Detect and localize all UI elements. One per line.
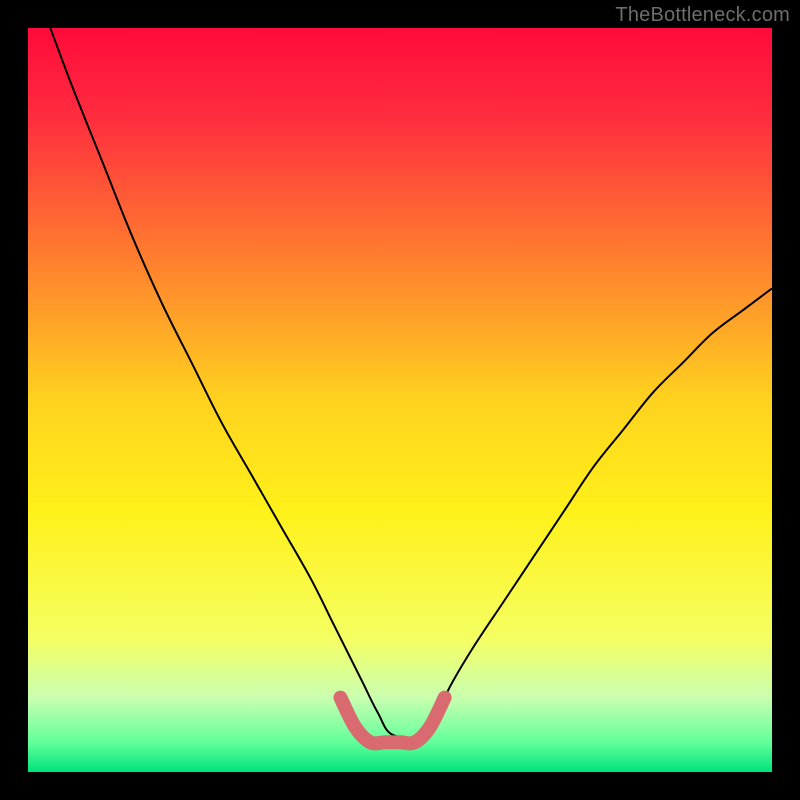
plot-area bbox=[28, 28, 772, 772]
watermark-text: TheBottleneck.com bbox=[615, 4, 790, 27]
chart-frame: TheBottleneck.com bbox=[0, 0, 800, 800]
chart-svg bbox=[28, 28, 772, 772]
gradient-background bbox=[28, 28, 772, 772]
